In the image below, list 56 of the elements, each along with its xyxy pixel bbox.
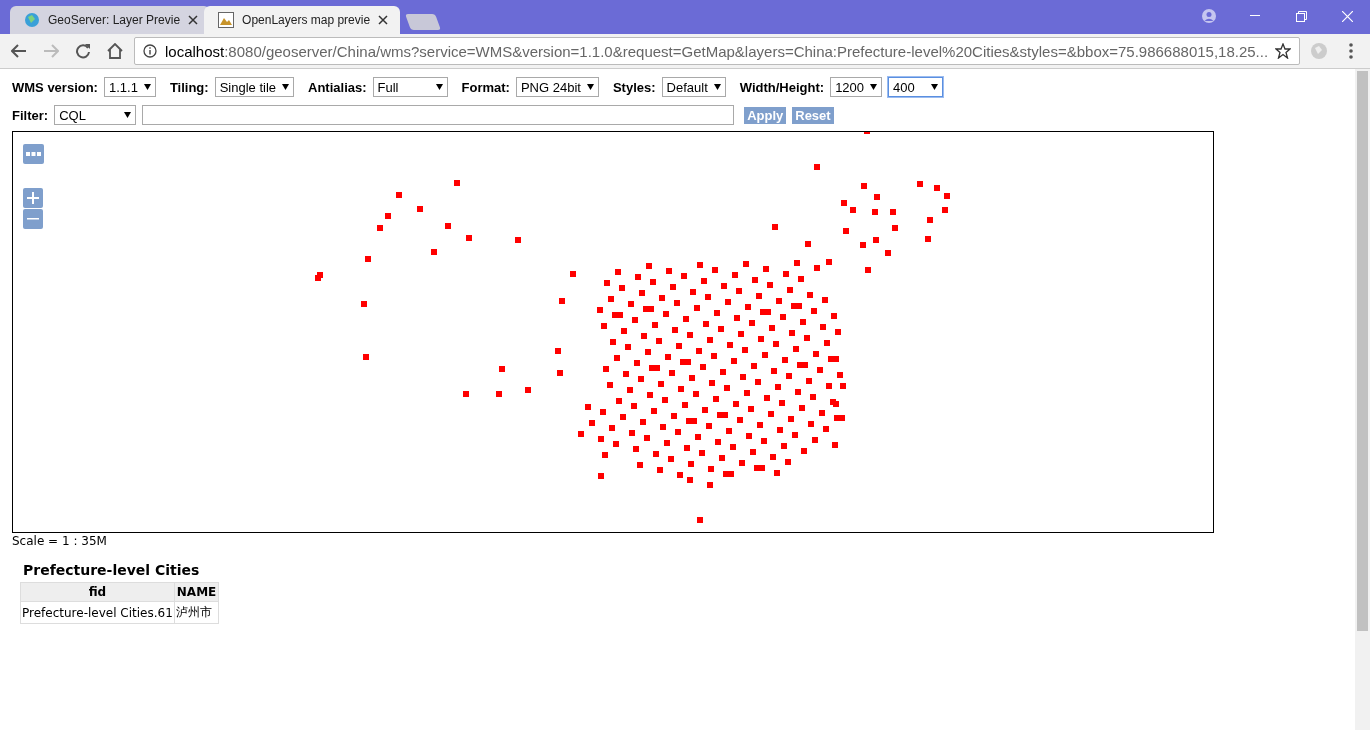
url-text: localhost:8080/geoserver/China/wms?service=WMS&version=1.1.0&request=GetMap&layers=China:Prefecture-level%20Cities&styles=&bbox=75.986688015,18.25... bbox=[165, 42, 1267, 60]
dropdown[interactable]: 1200 bbox=[830, 77, 883, 97]
caret-icon bbox=[143, 84, 151, 90]
info-icon bbox=[143, 44, 157, 58]
layer-switcher-button[interactable] bbox=[23, 144, 44, 164]
option-label: Styles: bbox=[612, 79, 656, 95]
profile-icon[interactable] bbox=[1202, 9, 1216, 23]
tab-title: GeoServer: Layer Previe bbox=[48, 13, 181, 27]
dropdown[interactable]: PNG 24bit bbox=[515, 77, 599, 97]
menu-icon[interactable] bbox=[1349, 43, 1353, 59]
new-tab-button[interactable] bbox=[405, 14, 442, 30]
close-icon[interactable] bbox=[378, 15, 389, 25]
option-label: Width/Height: bbox=[739, 79, 825, 95]
scrollbar[interactable] bbox=[1355, 69, 1370, 730]
dropdown[interactable]: Default bbox=[661, 77, 726, 97]
more-icon bbox=[26, 152, 41, 156]
option-label: Filter: bbox=[12, 107, 49, 123]
caret-icon bbox=[713, 84, 721, 90]
scale-text: Scale = 1 : 35M bbox=[12, 534, 108, 548]
minus-icon bbox=[27, 218, 39, 220]
dropdown[interactable]: Full bbox=[372, 77, 448, 97]
caret-icon bbox=[435, 84, 443, 90]
caret-icon bbox=[586, 84, 594, 90]
dropdown[interactable]: 400 bbox=[888, 77, 944, 97]
dropdown[interactable]: 1.1.1 bbox=[103, 77, 156, 97]
zoom-out-button[interactable] bbox=[23, 209, 43, 229]
filter-field[interactable] bbox=[142, 105, 735, 125]
caret-icon bbox=[931, 84, 939, 90]
option-label: Format: bbox=[461, 79, 510, 95]
star-icon[interactable] bbox=[1275, 43, 1291, 59]
zoom-in-button[interactable] bbox=[23, 188, 43, 208]
browser-tab[interactable]: OpenLayers map previe bbox=[204, 6, 401, 34]
table-cell: 泸州市 bbox=[174, 601, 219, 624]
results-title: Prefecture-level Cities bbox=[23, 562, 201, 578]
restore-icon[interactable] bbox=[1295, 10, 1307, 22]
address-bar[interactable]: localhost:8080/geoserver/China/wms?service=WMS&version=1.1.0&request=GetMap&layers=China:Prefecture-level%20Cities&styles=&bbox=75.986688015,18.25... bbox=[134, 37, 1300, 65]
option-label: Antialias: bbox=[308, 79, 367, 95]
home-icon[interactable] bbox=[107, 43, 123, 59]
caret-icon bbox=[124, 112, 132, 118]
plus-icon bbox=[27, 192, 39, 204]
globe-icon bbox=[24, 12, 40, 28]
column-header: fid bbox=[20, 582, 175, 602]
tab-title: OpenLayers map previe bbox=[242, 13, 371, 27]
caret-icon bbox=[870, 84, 878, 90]
back-icon[interactable] bbox=[11, 44, 27, 58]
dropdown[interactable]: CQL bbox=[54, 105, 137, 125]
option-label: Tiling: bbox=[169, 79, 209, 95]
option-label: WMS version: bbox=[12, 79, 98, 95]
reload-icon[interactable] bbox=[75, 43, 91, 59]
table-cell: Prefecture-level Cities.61 bbox=[20, 601, 175, 624]
caret-icon bbox=[282, 84, 290, 90]
close-icon[interactable] bbox=[188, 15, 199, 25]
image-icon bbox=[218, 12, 235, 28]
dropdown[interactable]: Single tile bbox=[214, 77, 295, 97]
minimize-icon[interactable] bbox=[1250, 15, 1260, 17]
column-header: NAME bbox=[174, 582, 219, 602]
